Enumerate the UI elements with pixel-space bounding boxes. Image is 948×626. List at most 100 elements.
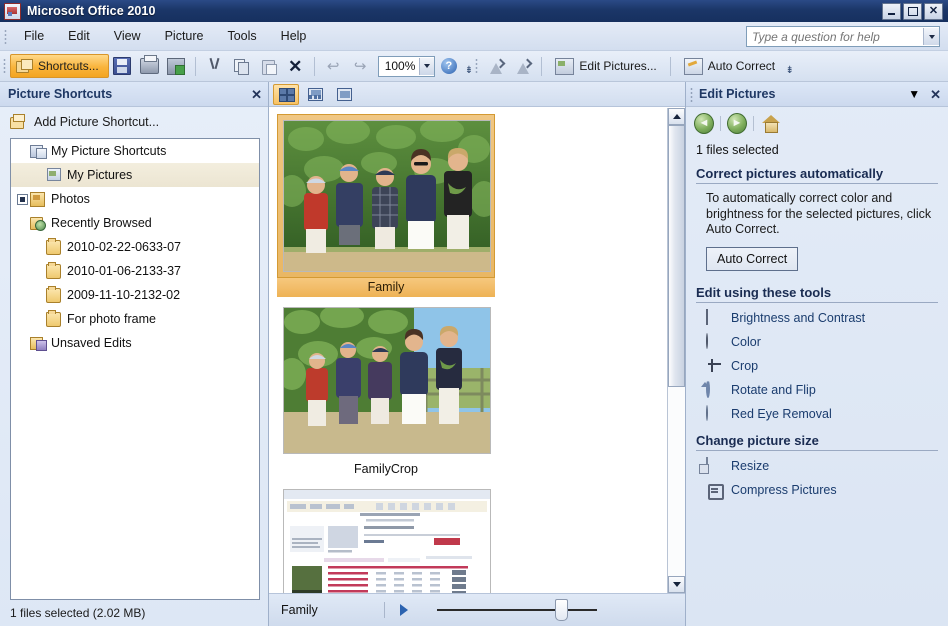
tool-compress-pictures[interactable]: Compress Pictures xyxy=(706,482,938,500)
export-button[interactable] xyxy=(163,53,190,79)
zoom-slider[interactable] xyxy=(436,599,597,621)
toolbar-grip-2[interactable] xyxy=(475,57,479,75)
tree-item-unsaved-edits[interactable]: Unsaved Edits xyxy=(11,331,259,355)
expand-photos-button[interactable] xyxy=(15,193,30,205)
thumbnail-view-button[interactable] xyxy=(273,83,299,105)
toolbar-overflow-button-2[interactable]: ⇟ xyxy=(783,56,796,76)
menu-view[interactable]: View xyxy=(102,25,153,47)
home-button[interactable] xyxy=(760,113,780,133)
correct-pictures-heading: Correct pictures automatically xyxy=(696,166,938,184)
menu-file[interactable]: File xyxy=(12,25,56,47)
tree-item-photos[interactable]: Photos xyxy=(11,187,259,211)
rotate-left-button[interactable] xyxy=(482,53,509,79)
task-pane-body: 1 files selected Correct pictures automa… xyxy=(686,137,948,626)
thumbnail-item-family[interactable]: Family xyxy=(277,114,495,297)
paste-button[interactable] xyxy=(255,53,282,79)
cut-button[interactable] xyxy=(201,53,228,79)
single-picture-view-button[interactable] xyxy=(331,84,357,105)
edit-tools-heading: Edit using these tools xyxy=(696,285,938,303)
shortcuts-button[interactable]: Shortcuts... xyxy=(10,54,109,78)
thumbnail-frame xyxy=(277,301,495,460)
edit-pictures-label: Edit Pictures... xyxy=(579,59,657,73)
edit-pictures-button[interactable]: Edit Pictures... xyxy=(547,53,664,79)
close-button[interactable]: ✕ xyxy=(924,3,943,20)
picture-manager-window: Microsoft Office 2010 ✕ File Edit View P… xyxy=(0,0,948,626)
tree-item-folder-1[interactable]: 2010-02-22-0633-07 xyxy=(11,235,259,259)
copy-button[interactable] xyxy=(228,53,255,79)
scroll-down-button[interactable] xyxy=(668,576,685,593)
task-pane-title: Edit Pictures xyxy=(699,87,776,101)
task-pane-close-button[interactable]: ✕ xyxy=(930,88,941,101)
picture-shortcuts-close-button[interactable]: ✕ xyxy=(251,88,262,101)
print-icon xyxy=(139,55,159,74)
task-pane-grip[interactable] xyxy=(690,86,693,102)
rotate-right-button[interactable] xyxy=(509,53,536,79)
menu-tools[interactable]: Tools xyxy=(215,25,268,47)
tool-label: Rotate and Flip xyxy=(731,383,816,397)
add-picture-shortcut-link[interactable]: Add Picture Shortcut... xyxy=(0,107,268,136)
help-button[interactable]: ? xyxy=(435,53,462,79)
tool-red-eye-removal[interactable]: Red Eye Removal xyxy=(706,404,938,423)
tool-resize[interactable]: Resize xyxy=(706,456,938,475)
picture-shortcuts-header: Picture Shortcuts ✕ xyxy=(0,82,268,107)
scroll-up-button[interactable] xyxy=(668,108,685,125)
tree-item-folder-2[interactable]: 2010-01-06-2133-37 xyxy=(11,259,259,283)
help-search-input[interactable] xyxy=(747,27,923,46)
minimize-button[interactable] xyxy=(882,3,901,20)
auto-correct-button[interactable]: Auto Correct xyxy=(706,246,799,271)
help-search-box[interactable] xyxy=(746,26,940,47)
tree-item-folder-3[interactable]: 2009-11-10-2132-02 xyxy=(11,283,259,307)
scissors-icon xyxy=(207,58,222,74)
back-button[interactable]: ◄ xyxy=(694,112,714,134)
tree-item-for-photo-frame[interactable]: For photo frame xyxy=(11,307,259,331)
tool-brightness-and-contrast[interactable]: Brightness and Contrast xyxy=(706,308,938,327)
thumbnail-pane: Family FamilyCrop Family xyxy=(269,82,685,626)
thumbnail-vertical-scrollbar[interactable] xyxy=(667,108,685,593)
shortcuts-tree[interactable]: My Picture Shortcuts My Pictures Photos … xyxy=(10,138,260,600)
menu-picture[interactable]: Picture xyxy=(153,25,216,47)
delete-button[interactable]: ✕ xyxy=(282,53,309,79)
save-button[interactable] xyxy=(109,53,136,79)
current-picture-name: Family xyxy=(281,603,318,617)
redo-button[interactable]: ↪ xyxy=(347,53,374,79)
tree-item-my-picture-shortcuts[interactable]: My Picture Shortcuts xyxy=(11,139,259,163)
print-button[interactable] xyxy=(136,53,163,79)
scrollbar-track[interactable] xyxy=(668,125,685,576)
menu-edit[interactable]: Edit xyxy=(56,25,102,47)
undo-button[interactable]: ↩ xyxy=(320,53,347,79)
tool-crop[interactable]: Crop xyxy=(706,358,938,375)
thumbnail-frame xyxy=(277,483,495,593)
tool-rotate-and-flip[interactable]: Rotate and Flip xyxy=(706,379,938,399)
tree-item-label: 2010-02-22-0633-07 xyxy=(67,240,181,254)
thumbnail-caption: FamilyCrop xyxy=(354,462,418,476)
triangle-down-icon xyxy=(672,582,681,587)
window-title: Microsoft Office 2010 xyxy=(27,4,156,18)
filmstrip-view-button[interactable] xyxy=(302,84,328,105)
help-search-dropdown-button[interactable] xyxy=(923,28,939,45)
maximize-button[interactable] xyxy=(903,3,922,20)
title-bar: Microsoft Office 2010 ✕ xyxy=(0,0,948,22)
next-picture-button[interactable] xyxy=(393,600,415,620)
thumbnail-item-familycrop[interactable]: FamilyCrop xyxy=(277,301,495,479)
tree-item-recently-browsed[interactable]: Recently Browsed xyxy=(11,211,259,235)
menu-grip[interactable] xyxy=(4,28,7,44)
menu-help[interactable]: Help xyxy=(269,25,319,47)
scrollbar-thumb[interactable] xyxy=(668,125,685,387)
my-pictures-icon xyxy=(46,168,61,182)
toolbar-grip[interactable] xyxy=(3,57,6,75)
crop-icon xyxy=(706,358,723,375)
thumbnail-item-screenshot[interactable] xyxy=(277,483,495,593)
tree-item-my-pictures[interactable]: My Pictures xyxy=(11,163,259,187)
tool-color[interactable]: Color xyxy=(706,332,938,351)
zoom-combobox[interactable]: 100% xyxy=(377,55,436,77)
edit-pictures-task-pane: Edit Pictures ▼ ✕ ◄ ► 1 files selected C… xyxy=(685,82,948,626)
zoom-slider-handle[interactable] xyxy=(555,599,569,621)
forward-arrow-icon: ► xyxy=(727,112,747,134)
auto-correct-toolbar-button[interactable]: Auto Correct xyxy=(676,53,783,79)
forward-button[interactable]: ► xyxy=(727,112,747,134)
toolbar-overflow-button[interactable]: ⇟ xyxy=(462,56,475,76)
triangle-right-icon xyxy=(399,604,408,616)
zoom-dropdown-button[interactable] xyxy=(419,57,435,75)
filmstrip-icon xyxy=(307,87,323,101)
task-pane-dropdown-button[interactable]: ▼ xyxy=(908,87,920,101)
